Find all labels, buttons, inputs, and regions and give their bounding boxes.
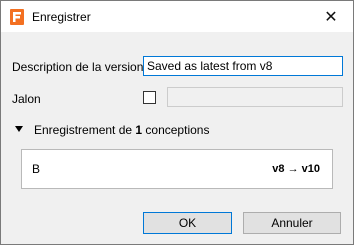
title-bar: Enregistrer ✕ bbox=[1, 1, 353, 32]
cancel-button[interactable]: Annuler bbox=[243, 212, 341, 234]
fusion-app-icon bbox=[10, 9, 24, 25]
window-title: Enregistrer bbox=[32, 10, 91, 24]
description-input[interactable] bbox=[143, 56, 343, 76]
design-version-change: v8 → v10 bbox=[272, 163, 320, 175]
milestone-checkbox[interactable] bbox=[143, 91, 156, 104]
milestone-input bbox=[167, 87, 343, 107]
section-prefix: Enregistrement de bbox=[34, 123, 136, 137]
close-icon: ✕ bbox=[324, 8, 338, 26]
expand-caret-icon[interactable] bbox=[15, 126, 23, 132]
close-button[interactable]: ✕ bbox=[309, 1, 353, 32]
design-list: B v8 → v10 bbox=[21, 149, 333, 189]
milestone-label: Jalon bbox=[12, 92, 41, 106]
section-suffix: conceptions bbox=[142, 123, 210, 137]
ok-button[interactable]: OK bbox=[143, 212, 232, 234]
description-label: Description de la version bbox=[12, 60, 144, 74]
designs-section-header[interactable]: Enregistrement de 1 conceptions bbox=[34, 123, 209, 137]
design-name: B bbox=[32, 162, 41, 176]
save-dialog: Enregistrer ✕ Description de la version … bbox=[0, 0, 354, 245]
